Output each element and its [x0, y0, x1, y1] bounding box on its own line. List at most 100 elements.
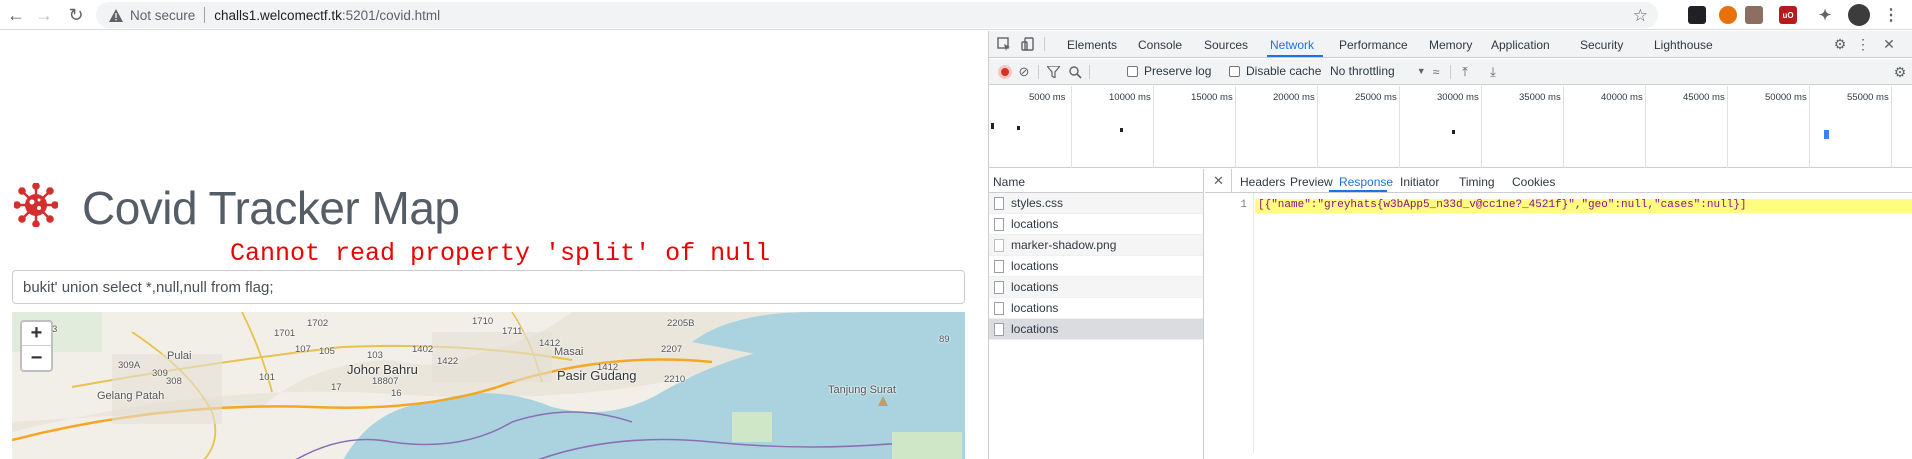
- virus-icon: [14, 183, 58, 227]
- zoom-in-button[interactable]: +: [22, 322, 51, 346]
- devtools-tab-bar: Elements Console Sources Network Perform…: [989, 31, 1912, 58]
- reload-icon[interactable]: ↻: [62, 1, 90, 29]
- extension-icon-1[interactable]: [1688, 6, 1706, 24]
- extension-icon-3[interactable]: [1745, 6, 1763, 24]
- active-detail-tab-indicator: [1329, 190, 1387, 192]
- disable-cache-checkbox[interactable]: Disable cache: [1229, 64, 1321, 78]
- omnibox-divider: [204, 7, 206, 23]
- map-marker-icon: [878, 396, 888, 406]
- device-toolbar-icon[interactable]: [1020, 36, 1036, 52]
- tab-lighthouse[interactable]: Lighthouse: [1654, 38, 1713, 52]
- request-row[interactable]: locations: [989, 214, 1203, 235]
- request-row[interactable]: marker-shadow.png: [989, 235, 1203, 256]
- map-background: [12, 312, 965, 459]
- request-list: Name styles.css locations marker-shadow.…: [989, 169, 1204, 459]
- network-conditions-icon[interactable]: ≈: [1428, 64, 1444, 80]
- map-road-number: 18807: [372, 376, 399, 387]
- map-road-number: 1412: [539, 338, 561, 349]
- profile-avatar[interactable]: [1848, 4, 1870, 26]
- warning-icon: [108, 7, 124, 23]
- network-overview[interactable]: 5000 ms 10000 ms 15000 ms 20000 ms 25000…: [989, 86, 1912, 168]
- timeline-request-mark: [1824, 130, 1829, 139]
- bookmark-star-icon[interactable]: ☆: [1633, 6, 1648, 26]
- clear-icon[interactable]: ⊘: [1016, 64, 1032, 80]
- extensions-puzzle-icon[interactable]: ✦: [1816, 6, 1834, 24]
- import-har-icon[interactable]: ⤒: [1457, 64, 1473, 80]
- map-road-number: 107: [295, 344, 311, 355]
- tab-cookies[interactable]: Cookies: [1512, 175, 1555, 189]
- map[interactable]: + − Johor Bahru Pasir Gudang Pulai Masai…: [12, 312, 965, 459]
- request-row-selected[interactable]: locations: [989, 319, 1203, 340]
- active-tab-indicator: [1267, 55, 1323, 57]
- timeline-request-mark: [1120, 128, 1123, 132]
- throttling-select[interactable]: No throttling ▼: [1330, 64, 1426, 78]
- back-icon[interactable]: ←: [2, 1, 30, 29]
- ublock-icon[interactable]: uO: [1779, 6, 1797, 24]
- devtools-menu-icon[interactable]: ⋮: [1855, 36, 1871, 52]
- tab-security[interactable]: Security: [1580, 38, 1623, 52]
- image-file-icon: [994, 238, 1004, 252]
- security-label[interactable]: Not secure: [130, 8, 195, 23]
- request-row[interactable]: locations: [989, 277, 1203, 298]
- timeline-tick-label: 15000 ms: [1191, 92, 1233, 103]
- request-name: locations: [1011, 301, 1059, 315]
- record-icon[interactable]: [998, 65, 1012, 79]
- tab-network[interactable]: Network: [1270, 38, 1314, 52]
- checkbox-box: [1229, 65, 1240, 77]
- timeline-tick-label: 35000 ms: [1519, 92, 1561, 103]
- error-message: Cannot read property 'split' of null: [230, 239, 771, 268]
- disable-cache-label: Disable cache: [1246, 64, 1322, 78]
- file-icon: [994, 301, 1004, 315]
- tab-timing[interactable]: Timing: [1459, 175, 1495, 189]
- request-row[interactable]: locations: [989, 256, 1203, 277]
- timeline-gridline: [1727, 86, 1728, 168]
- request-name: locations: [1011, 259, 1059, 273]
- map-road-number: 101: [259, 372, 275, 383]
- tab-memory[interactable]: Memory: [1429, 38, 1472, 52]
- tab-console[interactable]: Console: [1138, 38, 1182, 52]
- map-road-number: 1702: [307, 318, 329, 329]
- response-line: 1 [{"name":"greyhats{w3bApp5_n33d_v@cc1n…: [1205, 193, 1912, 453]
- page-content: Covid Tracker Map Cannot read property '…: [0, 31, 987, 459]
- extension-icon-2[interactable]: [1719, 6, 1737, 24]
- forward-icon[interactable]: →: [30, 1, 58, 29]
- timeline-tick-label: 5000 ms: [1029, 92, 1066, 103]
- devtools-panel: Elements Console Sources Network Perform…: [988, 31, 1912, 459]
- address-bar[interactable]: Not secure challs1.welcomectf.tk:5201/co…: [96, 2, 1658, 28]
- browser-toolbar: ← → ↻ Not secure challs1.welcomectf.tk:5…: [0, 0, 1912, 30]
- zoom-out-button[interactable]: −: [22, 346, 51, 370]
- search-input[interactable]: bukit' union select *,null,null from fla…: [12, 270, 965, 304]
- close-detail-icon[interactable]: ✕: [1213, 173, 1224, 189]
- tab-sources[interactable]: Sources: [1204, 38, 1248, 52]
- response-body[interactable]: [{"name":"greyhats{w3bApp5_n33d_v@cc1ne?…: [1255, 199, 1912, 213]
- map-label-pulai: Pulai: [167, 350, 192, 362]
- tab-performance[interactable]: Performance: [1339, 38, 1408, 52]
- tab-preview[interactable]: Preview: [1290, 175, 1333, 189]
- name-column-header[interactable]: Name: [989, 169, 1203, 193]
- menu-kebab-icon[interactable]: ⋮: [1882, 6, 1900, 24]
- request-row[interactable]: locations: [989, 298, 1203, 319]
- timeline-gridline: [1891, 86, 1892, 168]
- timeline-gridline: [1399, 86, 1400, 168]
- close-devtools-icon[interactable]: ✕: [1881, 36, 1897, 52]
- timeline-tick-label: 30000 ms: [1437, 92, 1479, 103]
- export-har-icon[interactable]: ⤓: [1485, 64, 1501, 80]
- tab-elements[interactable]: Elements: [1067, 38, 1117, 52]
- tab-response[interactable]: Response: [1339, 175, 1393, 189]
- filter-icon[interactable]: [1045, 64, 1061, 80]
- tab-headers[interactable]: Headers: [1240, 175, 1285, 189]
- map-road-number: 89: [939, 334, 950, 345]
- tab-application[interactable]: Application: [1491, 38, 1550, 52]
- network-settings-gear-icon[interactable]: ⚙: [1892, 64, 1908, 80]
- settings-gear-icon[interactable]: ⚙: [1832, 36, 1848, 52]
- zoom-control: + −: [20, 320, 53, 372]
- preserve-log-checkbox[interactable]: Preserve log: [1127, 64, 1211, 78]
- request-row[interactable]: styles.css: [989, 193, 1203, 214]
- map-road-number: 3: [52, 324, 58, 335]
- chevron-down-icon: ▼: [1416, 66, 1426, 76]
- inspect-element-icon[interactable]: [996, 36, 1012, 52]
- search-icon[interactable]: [1067, 64, 1083, 80]
- tab-initiator[interactable]: Initiator: [1400, 175, 1439, 189]
- timeline-tick-label: 20000 ms: [1273, 92, 1315, 103]
- request-name: locations: [1011, 322, 1059, 336]
